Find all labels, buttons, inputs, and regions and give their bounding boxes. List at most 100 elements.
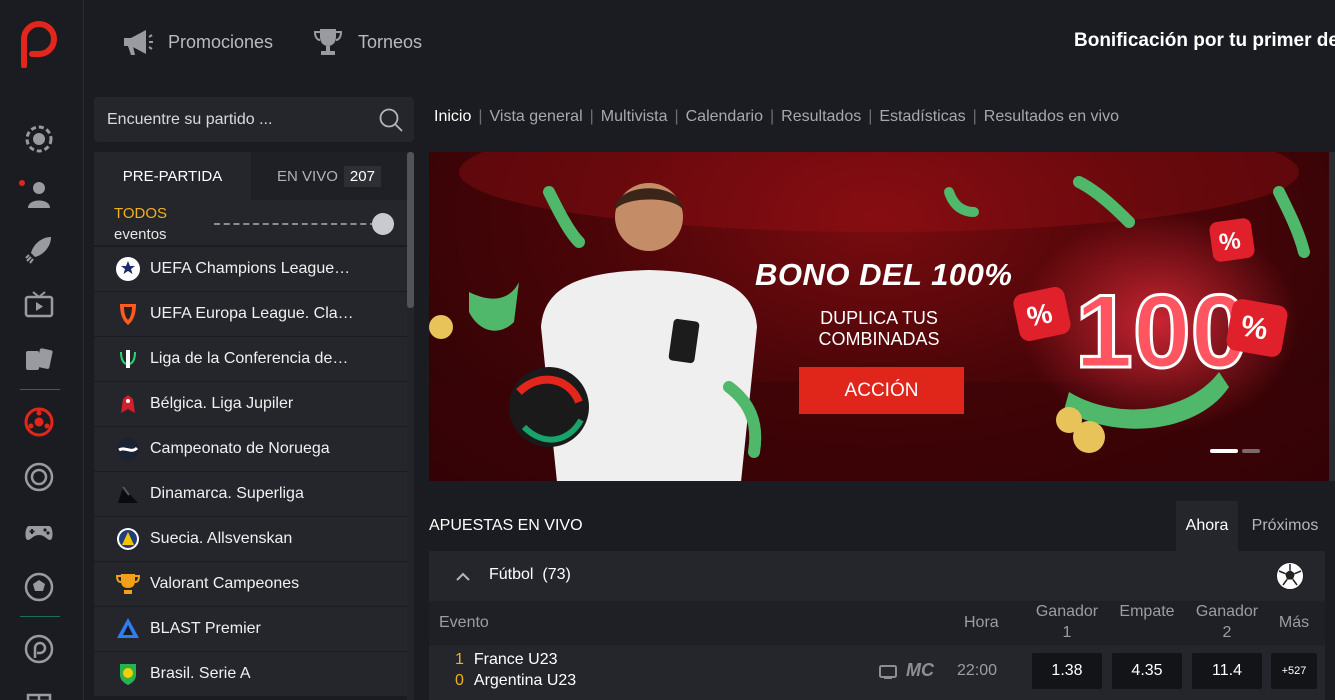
target-icon[interactable]	[22, 460, 56, 494]
football-icon[interactable]	[22, 405, 56, 439]
live-bets-tabs: Ahora Próximos	[1176, 501, 1332, 551]
tab-upcoming[interactable]: Próximos	[1238, 501, 1332, 551]
odd-winner-2[interactable]: 11.4	[1192, 653, 1262, 689]
league-item[interactable]: Campeonato de Noruega	[94, 427, 407, 471]
more-markets-button[interactable]: +527	[1271, 653, 1317, 689]
live-count-badge: 207	[343, 165, 381, 187]
chevron-up-icon[interactable]	[455, 569, 471, 585]
search-icon[interactable]	[378, 107, 404, 133]
champions-league-icon	[114, 255, 142, 283]
away-team[interactable]: 0 Argentina U23	[455, 672, 576, 690]
league-name: BLAST Premier	[150, 620, 261, 637]
league-item[interactable]: Suecia. Allsvenskan	[94, 517, 407, 561]
promotions-label: Promociones	[168, 31, 274, 52]
first-deposit-bonus-text[interactable]: Bonificación por tu primer dep	[1074, 30, 1335, 52]
nav-separator: |	[589, 108, 594, 125]
header-more: Más	[1278, 614, 1310, 631]
banner-subtitle: DUPLICA TUS COMBINADAS	[818, 308, 940, 349]
home-team[interactable]: 1 France U23	[455, 651, 558, 669]
match-center-link[interactable]: MC	[906, 660, 934, 681]
league-name: UEFA Champions League…	[150, 260, 351, 277]
league-item[interactable]: UEFA Champions League…	[94, 247, 407, 291]
tournaments-link[interactable]: Torneos	[312, 26, 422, 58]
filter-events-label: eventos	[114, 226, 167, 243]
header-event: Evento	[439, 614, 489, 631]
tab-prematch[interactable]: PRE-PARTIDA	[94, 152, 251, 200]
header-winner-1: Ganador 1	[1035, 603, 1099, 641]
europa-league-icon	[114, 300, 142, 328]
header-winner-2: Ganador 2	[1195, 603, 1259, 641]
sport-name: Fútbol	[489, 566, 534, 583]
live-bets-title: APUESTAS EN VIVO	[429, 517, 583, 534]
blast-icon	[114, 615, 142, 643]
cards-icon[interactable]	[22, 343, 56, 377]
main-nav: Inicio | Vista general | Multivista | Ca…	[434, 108, 1119, 126]
banner-action-button[interactable]: ACCIÓN	[799, 367, 964, 414]
scrollbar-thumb[interactable]	[407, 152, 414, 308]
away-score: 0	[455, 672, 464, 689]
slider-handle[interactable]	[372, 213, 394, 235]
carousel-dot-active[interactable]	[1210, 449, 1238, 453]
sport-mode-tabs: PRE-PARTIDA EN VIVO 207	[94, 152, 407, 200]
odd-draw[interactable]: 4.35	[1112, 653, 1182, 689]
nav-statistics[interactable]: Estadísticas	[879, 108, 965, 126]
filter-all-label: TODOS	[114, 205, 168, 222]
promo-banner[interactable]: 100 % % % BONO DEL 100% DUPLICA TUS COMB…	[429, 152, 1329, 481]
search-input[interactable]	[94, 97, 364, 142]
league-name: Dinamarca. Superliga	[150, 485, 304, 502]
carousel-dot[interactable]	[1242, 449, 1260, 453]
promotions-link[interactable]: Promociones	[122, 26, 273, 58]
nav-separator: |	[972, 108, 977, 125]
league-item[interactable]: UEFA Europa League. Cla…	[94, 292, 407, 336]
match-row[interactable]: 1 France U23 0 Argentina U23 MC 22:00 1.38…	[429, 645, 1325, 700]
sport-header-football[interactable]: Fútbol (73)	[429, 551, 1325, 601]
nav-home[interactable]: Inicio	[434, 108, 471, 126]
allsvenskan-icon	[114, 525, 142, 553]
live-dealer-icon[interactable]	[22, 177, 56, 211]
match-time: 22:00	[957, 662, 998, 679]
page-scrollbar[interactable]	[1329, 152, 1335, 481]
sport-count: (73)	[542, 566, 571, 583]
league-item[interactable]: Brasil. Serie A	[94, 652, 407, 696]
league-item[interactable]: Liga de la Conferencia de…	[94, 337, 407, 381]
league-item[interactable]: Dinamarca. Superliga	[94, 472, 407, 516]
league-item[interactable]: Valorant Campeones	[94, 562, 407, 606]
brand-circle-icon[interactable]	[22, 632, 56, 666]
live-stream-icon[interactable]	[879, 664, 897, 680]
virtual-sports-icon[interactable]	[22, 570, 56, 604]
nav-results[interactable]: Resultados	[781, 108, 861, 126]
league-name: UEFA Europa League. Cla…	[150, 305, 354, 322]
away-team-name: Argentina U23	[473, 672, 577, 689]
casino-chip-icon[interactable]	[22, 122, 56, 156]
nav-overview[interactable]: Vista general	[490, 108, 583, 126]
svg-text:%: %	[1217, 227, 1242, 257]
league-name: Brasil. Serie A	[150, 665, 251, 682]
gift-icon[interactable]	[22, 684, 56, 700]
league-name: Suecia. Allsvenskan	[150, 530, 293, 547]
match-search	[94, 97, 414, 142]
tv-games-icon[interactable]	[22, 288, 56, 322]
header-draw: Empate	[1119, 603, 1175, 620]
odd-winner-1[interactable]: 1.38	[1032, 653, 1102, 689]
rail-separator	[20, 616, 60, 617]
nav-multiview[interactable]: Multivista	[601, 108, 668, 126]
league-item[interactable]: BLAST Premier	[94, 607, 407, 651]
left-rail	[0, 0, 84, 700]
nav-separator: |	[770, 108, 775, 125]
nav-live-results[interactable]: Resultados en vivo	[984, 108, 1119, 126]
trophy-icon	[313, 29, 343, 55]
brasileirao-icon	[114, 660, 142, 688]
nav-calendar[interactable]: Calendario	[686, 108, 763, 126]
brand-logo[interactable]	[16, 16, 62, 68]
league-item[interactable]: Bélgica. Liga Jupiler	[94, 382, 407, 426]
time-range-slider[interactable]	[214, 223, 376, 225]
nav-separator: |	[478, 108, 483, 125]
tab-now[interactable]: Ahora	[1176, 501, 1238, 551]
crash-rocket-icon[interactable]	[22, 232, 56, 266]
tab-live[interactable]: EN VIVO 207	[251, 152, 407, 200]
sidebar-scrollbar[interactable]	[407, 152, 414, 700]
home-score: 1	[455, 651, 464, 668]
banner-title: BONO DEL 100%	[755, 257, 1013, 292]
svg-text:%: %	[1238, 309, 1270, 346]
gamepad-icon[interactable]	[22, 515, 56, 549]
